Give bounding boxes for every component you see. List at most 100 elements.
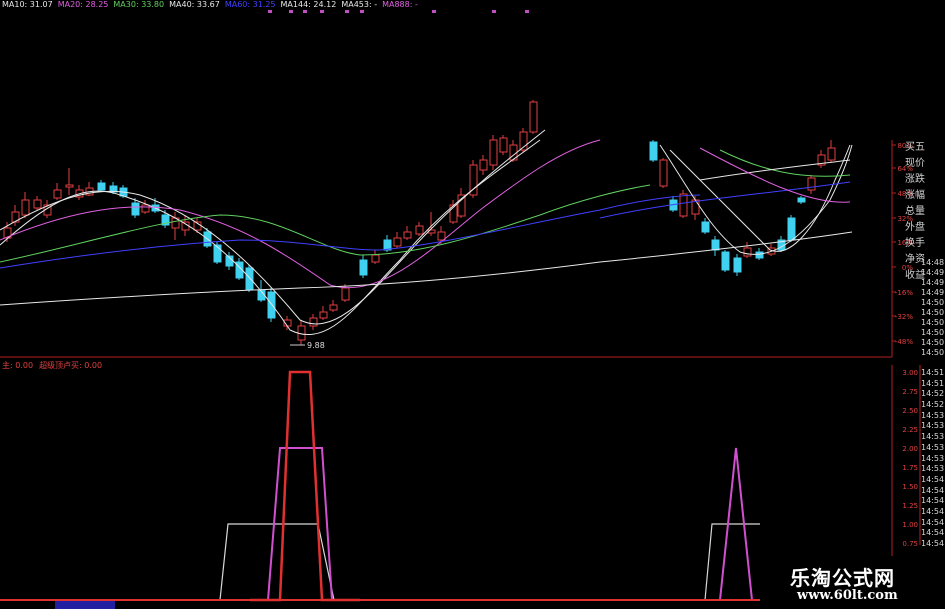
- candle-body: [711, 239, 720, 251]
- ma-legend-item: MA888: -: [382, 0, 418, 9]
- header-marker: [525, 10, 529, 13]
- indicator-legend-item: 主: 0.00: [2, 361, 34, 370]
- header-marker: [492, 10, 496, 13]
- candle-body: [701, 221, 710, 233]
- time-tick: 14:49: [921, 268, 945, 277]
- time-tick: 14:54: [921, 506, 945, 516]
- lower-y-tick: 1.00: [902, 521, 918, 529]
- time-tick: 14:54: [921, 528, 945, 538]
- candle-body: [797, 197, 806, 203]
- ma-legend-item: MA453: -: [341, 0, 378, 9]
- candle-body: [33, 199, 42, 209]
- time-tick: 14:54: [921, 539, 945, 548]
- date-cursor-bar: [55, 601, 115, 609]
- candle-body: [415, 225, 424, 235]
- time-tick: 14:53: [921, 453, 945, 463]
- candle-body: [743, 247, 752, 257]
- lower-y-tick: 1.50: [902, 483, 918, 491]
- ma-legend-item: MA60: 31.25: [224, 0, 276, 9]
- moving-average-line: [0, 184, 651, 263]
- quote-label: 买五: [905, 142, 925, 153]
- quote-label: 涨跌: [905, 174, 925, 185]
- candle-body: [403, 231, 412, 239]
- indicator-legend-item: 超级顶卢买: 0.00: [39, 361, 103, 370]
- time-tick: 14:53: [921, 410, 945, 420]
- candle-body: [141, 204, 150, 213]
- time-tick: 14:54: [921, 474, 945, 484]
- time-tick: 14:49: [921, 288, 945, 297]
- candle-body: [649, 141, 658, 161]
- time-list-upper: 14:48 14:49 14:49 14:49 14:50 14:50 14:50 14:50…: [921, 258, 945, 358]
- time-tick: 14:50: [921, 308, 945, 317]
- watermark-url: www.60lt.com: [797, 588, 898, 603]
- candle-body: [807, 177, 816, 191]
- candle-body: [97, 182, 106, 191]
- candle-body: [21, 199, 30, 216]
- candle-body: [787, 217, 796, 241]
- candle-body: [267, 291, 276, 319]
- quote-label: 涨幅: [905, 190, 925, 201]
- lower-y-tick: 2.25: [902, 426, 918, 434]
- signal-line-red: [250, 370, 360, 602]
- ma-legend-item: MA20: 28.25: [57, 0, 109, 9]
- candle-body: [499, 137, 508, 153]
- candle-body: [479, 159, 488, 171]
- pct-tick: -48%: [895, 338, 913, 346]
- quote-label: 换手: [905, 238, 925, 249]
- candle-body: [721, 251, 730, 271]
- lower-y-tick: 3.00: [902, 369, 918, 377]
- candle-body: [529, 101, 538, 133]
- candle-body: [309, 317, 318, 327]
- candle-body: [359, 259, 368, 276]
- candle-body: [393, 237, 402, 247]
- candle-body: [827, 147, 836, 161]
- ma-legend-item: MA144: 24.12: [280, 0, 337, 9]
- candle-body: [53, 189, 62, 199]
- lower-y-tick: 2.50: [902, 407, 918, 415]
- time-tick: 14:54: [921, 517, 945, 527]
- time-tick: 14:53: [921, 432, 945, 442]
- time-tick: 14:51: [921, 368, 945, 377]
- watermark-title: 乐淘公式网: [790, 566, 895, 590]
- candle-body: [437, 231, 446, 241]
- pct-tick: -32%: [895, 313, 913, 321]
- candle-body: [341, 287, 350, 301]
- lower-y-tick: 1.25: [902, 502, 918, 510]
- header-marker: [432, 10, 436, 13]
- lower-y-tick: 2.00: [902, 445, 918, 453]
- time-tick: 14:50: [921, 338, 945, 347]
- candle-body: [245, 267, 254, 291]
- pct-tick: -16%: [895, 289, 913, 297]
- candle-body: [65, 184, 74, 188]
- time-tick: 14:50: [921, 318, 945, 327]
- candle-body: [383, 239, 392, 251]
- lower-y-tick: 1.75: [902, 464, 918, 472]
- moving-average-line: [0, 194, 701, 269]
- ma-legend: MA10: 31.07 MA20: 28.25 MA30: 33.80 MA40: 3…: [2, 0, 423, 12]
- candle-body: [659, 159, 668, 187]
- candle-body: [131, 202, 140, 216]
- lower-y-tick: 2.75: [902, 388, 918, 396]
- candle-body: [489, 139, 498, 166]
- quote-label: 现价: [905, 158, 925, 169]
- low-price-label: 9.88: [307, 341, 325, 350]
- time-tick: 14:52: [921, 400, 945, 410]
- time-tick: 14:51: [921, 378, 945, 388]
- time-tick: 14:48: [921, 258, 945, 267]
- time-tick: 14:49: [921, 278, 945, 287]
- quote-label: 总量: [905, 206, 925, 217]
- quote-label: 外盘: [905, 222, 925, 233]
- time-tick: 14:50: [921, 328, 945, 337]
- candle-body: [733, 257, 742, 273]
- time-tick: 14:50: [921, 298, 945, 307]
- candle-body: [679, 193, 688, 217]
- time-tick: 14:53: [921, 464, 945, 474]
- time-tick: 14:50: [921, 348, 945, 357]
- time-tick: 14:54: [921, 496, 945, 506]
- time-tick: 14:53: [921, 421, 945, 431]
- candle-body: [755, 251, 764, 259]
- candle-body: [371, 254, 380, 263]
- candle-body: [329, 304, 338, 311]
- time-list-lower: 14:51 14:51 14:52 14:52 14:53 14:53 14:53 14:53…: [921, 368, 945, 550]
- ma-legend-item: MA40: 33.67: [169, 0, 220, 9]
